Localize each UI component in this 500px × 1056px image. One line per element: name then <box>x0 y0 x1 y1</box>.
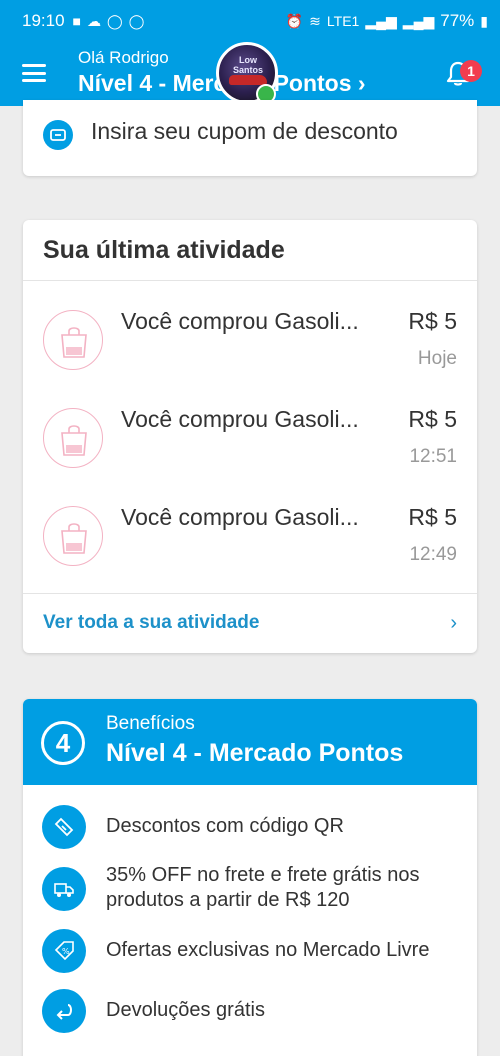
divider <box>23 593 477 594</box>
coupon-label: Insira seu cupom de desconto <box>91 118 398 144</box>
alarm-icon: ⏰ <box>285 12 304 29</box>
activity-card: Sua última atividade Você comprou Gasoli… <box>23 220 477 653</box>
activity-time: 12:49 <box>409 544 457 565</box>
svg-text:%: % <box>62 947 70 956</box>
activity-row[interactable]: Você comprou Gasoli... R$ 5 12:51 <box>23 406 477 508</box>
activity-amount: R$ 5 <box>408 504 457 530</box>
divider <box>23 280 477 281</box>
shopping-bag-icon <box>43 408 103 468</box>
qr-discount-icon <box>42 805 86 849</box>
shopping-bag-icon <box>43 506 103 566</box>
activity-description: Você comprou Gasoli... <box>121 406 359 432</box>
level-number-badge: 4 <box>41 721 85 765</box>
benefits-header[interactable]: 4 Benefícios Nível 4 - Mercado Pontos <box>23 699 477 785</box>
activity-row[interactable]: Você comprou Gasoli... R$ 5 Hoje <box>23 308 477 410</box>
benefit-text: Ofertas exclusivas no Mercado Livre <box>106 939 430 961</box>
activity-title: Sua última atividade <box>43 236 285 264</box>
shopping-bag-icon <box>43 310 103 370</box>
discount-tag-icon: % <box>42 929 86 973</box>
benefits-label: Benefícios <box>106 713 195 734</box>
avatar-text: Low Santos <box>232 55 263 75</box>
network-type: LTE1 <box>326 13 360 29</box>
weather-icon: ☁ <box>87 12 102 29</box>
activity-row[interactable]: Você comprou Gasoli... R$ 5 12:49 <box>23 504 477 606</box>
wifi-icon: ≋ <box>309 12 321 29</box>
activity-time: Hoje <box>417 348 457 369</box>
benefits-level-name: Nível 4 - Mercado Pontos <box>106 739 404 767</box>
activity-description: Você comprou Gasoli... <box>121 504 359 530</box>
whatsapp-icon: ◯ <box>107 12 123 29</box>
menu-icon[interactable] <box>22 64 46 82</box>
chat-icon: ■ <box>72 13 82 29</box>
activity-amount: R$ 5 <box>408 406 457 432</box>
notification-badge: 1 <box>460 60 482 82</box>
greeting: Olá Rodrigo <box>78 48 169 67</box>
status-time: 19:10 <box>22 11 65 30</box>
activity-description: Você comprou Gasoli... <box>121 308 359 334</box>
see-all-activity-link[interactable]: Ver toda a sua atividade <box>43 612 259 634</box>
truck-icon <box>42 867 86 911</box>
benefit-text: Descontos com código QR <box>106 815 344 837</box>
signal-icon: ▂▄▆ <box>365 12 397 29</box>
activity-time: 12:51 <box>409 446 457 467</box>
battery-icon: ▮ <box>480 12 488 29</box>
benefit-text: 35% OFF no frete e frete grátis nos prod… <box>106 864 420 911</box>
app-header: Olá Rodrigo Nível 4 - Mercado Pontos › L… <box>0 42 500 106</box>
return-arrow-icon <box>42 989 86 1033</box>
status-right: ⏰ ≋ LTE1 ▂▄▆ ▂▄▆ 77% ▮ <box>286 11 488 31</box>
benefit-text: Devoluções grátis <box>106 999 265 1021</box>
avatar-car-graphic <box>229 75 267 85</box>
coupon-icon <box>43 120 73 150</box>
whatsapp-icon: ◯ <box>128 12 145 29</box>
signal-icon: ▂▄▆ <box>402 12 435 29</box>
benefits-card: 4 Benefícios Nível 4 - Mercado Pontos De… <box>23 699 477 1056</box>
chevron-right-icon[interactable]: › <box>450 612 457 635</box>
coupon-card[interactable]: Insira seu cupom de desconto <box>23 100 477 176</box>
battery-percent: 77% <box>440 11 475 30</box>
activity-amount: R$ 5 <box>408 308 457 334</box>
status-bar: 19:10 ■ ☁ ◯ ◯ ⏰ ≋ LTE1 ▂▄▆ ▂▄▆ 77% ▮ <box>0 0 500 42</box>
